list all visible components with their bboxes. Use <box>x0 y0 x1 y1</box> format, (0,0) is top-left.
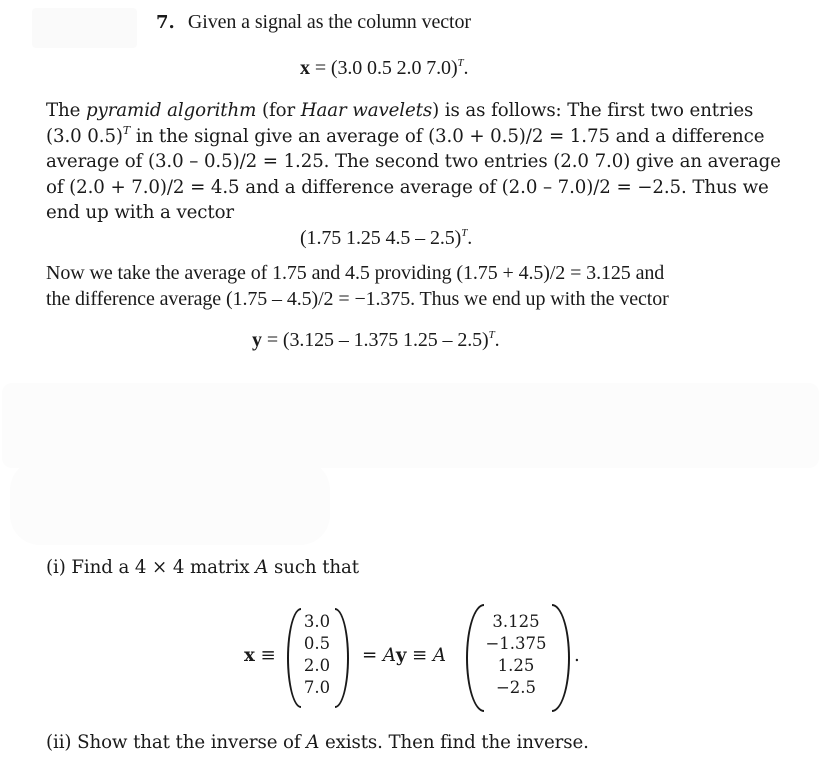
redaction-blob-top <box>32 8 137 48</box>
y-entry: 3.125 <box>492 612 540 631</box>
matrix-var: A <box>306 732 320 753</box>
x-entry: 7.0 <box>303 678 331 697</box>
y-equation: y = (3.125 – 1.375 1.25 – 2.5)T. <box>252 328 500 354</box>
x-equiv: x ≡ <box>244 643 276 669</box>
x-column-vector: 3.0 0.5 2.0 7.0 <box>300 611 334 699</box>
para1-line2: (3.0 0.5)T in the signal give an average… <box>46 123 765 147</box>
period: . <box>494 329 500 351</box>
right-paren-y <box>552 604 570 712</box>
x-symbol: x <box>300 57 310 79</box>
intermediate-vector-value: (1.75 1.25 4.5 – 2.5) <box>300 227 462 249</box>
para1-line5: end up with a vector <box>46 202 235 223</box>
paragraph-1: The pyramid algorithm (for Haar wavelets… <box>46 98 781 226</box>
paragraph-2: Now we take the average of 1.75 and 4.5 … <box>46 260 669 312</box>
y-column-vector: 3.125 −1.375 1.25 −2.5 <box>480 611 552 699</box>
part-i-rest: such that <box>268 557 359 578</box>
para1-line4: of (2.0 + 7.0)/2 = 4.5 and a difference … <box>46 176 769 198</box>
term-haar-wavelets: Haar wavelets <box>300 100 433 121</box>
intermediate-vector: (1.75 1.25 4.5 – 2.5)T. <box>300 226 472 252</box>
right-paren-x <box>335 608 349 708</box>
y-symbol: y <box>252 329 262 351</box>
y-value: = (3.125 – 1.375 1.25 – 2.5) <box>266 329 489 351</box>
y-entry: −2.5 <box>495 678 537 697</box>
redaction-blob-middle <box>2 383 819 468</box>
part-i: (i) Find a 4 × 4 matrix A such that <box>46 555 359 581</box>
equiv-sign: ≡ <box>260 645 276 666</box>
period: . <box>574 645 580 666</box>
term-pyramid-algorithm: pyramid algorithm <box>86 100 257 121</box>
problem-intro: Given a signal as the column vector <box>187 11 471 33</box>
redaction-blob-lower <box>10 460 330 545</box>
equals-sign: = <box>362 645 383 666</box>
left-paren-x <box>287 608 301 708</box>
x-entry: 0.5 <box>303 634 331 653</box>
x-symbol: x <box>244 645 255 666</box>
part-ii-rest: exists. Then find the inverse. <box>319 732 589 753</box>
para1-line1: The pyramid algorithm (for Haar wavelets… <box>46 100 754 121</box>
period: . <box>463 57 469 79</box>
part-ii-label: (ii) Show that the inverse of <box>46 732 307 753</box>
y-entry: −1.375 <box>485 634 547 653</box>
x-value: = (3.0 0.5 2.0 7.0) <box>314 57 458 79</box>
part-i-label: (i) Find a 4 × 4 matrix <box>46 557 256 578</box>
x-entry: 2.0 <box>303 656 331 675</box>
para2-line1: Now we take the average of 1.75 and 4.5 … <box>46 262 665 284</box>
problem-number: 7. <box>156 12 175 33</box>
matrix-var: A <box>432 645 446 666</box>
period: . <box>467 227 473 249</box>
y-entry: 1.25 <box>497 656 535 675</box>
para2-line2: the difference average (1.75 – 4.5)/2 = … <box>46 288 669 310</box>
part-ii: (ii) Show that the inverse of A exists. … <box>46 730 589 756</box>
matrix-var: A <box>382 645 396 666</box>
para1-line3: average of (3.0 – 0.5)/2 = 1.25. The sec… <box>46 151 781 172</box>
ay-expression: = Ay ≡ A <box>362 643 446 669</box>
x-entry: 3.0 <box>303 612 331 631</box>
equiv-sign: ≡ <box>406 645 433 666</box>
y-symbol: y <box>395 645 407 666</box>
matrix-var: A <box>255 557 269 578</box>
x-equation: x = (3.0 0.5 2.0 7.0)T. <box>300 56 469 82</box>
problem-header: 7. Given a signal as the column vector <box>156 10 471 36</box>
